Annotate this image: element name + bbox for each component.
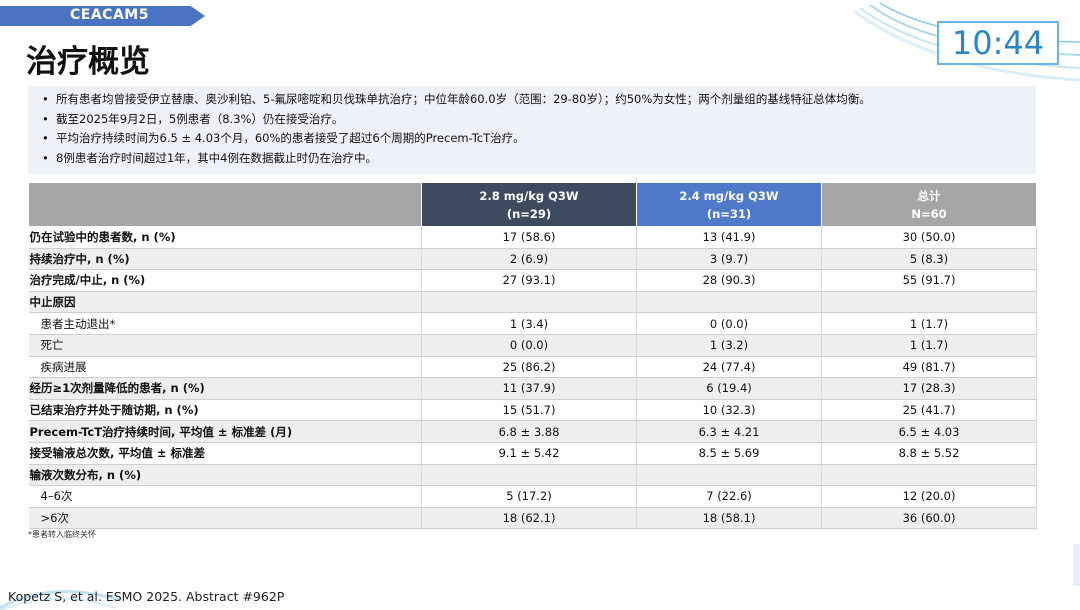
table-row: Precem-TcT治疗持续时间, 平均值 ± 标准差 (月) 6.8 ± 3.8… — [28, 420, 1037, 443]
header-dose-28: 2.8 mg/kg Q3W (n=29) — [421, 182, 637, 227]
table-row: 持续治疗中, n (%) 2 (6.9) 3 (9.7) 5 (8.3) — [28, 248, 1037, 271]
citation: Kopetz S, et al. ESMO 2025. Abstract #96… — [8, 589, 285, 604]
header-total: 总计 N=60 — [821, 182, 1037, 227]
treatment-table: 2.8 mg/kg Q3W (n=29) 2.4 mg/kg Q3W (n=31) … — [28, 182, 1037, 530]
table-row: 治疗完成/中止, n (%) 27 (93.1) 28 (90.3) 55 (91.7… — [28, 269, 1037, 292]
table-row: 4–6次 5 (17.2) 7 (22.6) 12 (20.0) — [28, 485, 1037, 508]
table-row: 已结束治疗并处于随访期, n (%) 15 (51.7) 10 (32.3) 25 (… — [28, 399, 1037, 422]
header-dose-24: 2.4 mg/kg Q3W (n=31) — [636, 182, 822, 227]
table-row: 疾病进展 25 (86.2) 24 (77.4) 49 (81.7) — [28, 356, 1037, 379]
table-row: 中止原因 — [28, 291, 1037, 314]
header-blank — [28, 182, 422, 227]
bullet-item: 平均治疗持续时间为6.5 ± 4.03个月，60%的患者接受了超过6个周期的Pr… — [42, 129, 1036, 149]
table-row: 仍在试验中的患者数, n (%) 17 (58.6) 13 (41.9) 30 (50… — [28, 226, 1037, 249]
clock-display: 10:44 — [937, 21, 1059, 65]
table-row: 经历≥1次剂量降低的患者, n (%) 11 (37.9) 6 (19.4) 17 (… — [28, 377, 1037, 400]
summary-box: 所有患者均曾接受伊立替康、奥沙利铂、5-氟尿嘧啶和贝伐珠单抗治疗；中位年龄60.… — [28, 86, 1036, 174]
table-row: 接受输液总次数, 平均值 ± 标准差 9.1 ± 5.42 8.5 ± 5.69 8.… — [28, 442, 1037, 465]
table-header-row: 2.8 mg/kg Q3W (n=29) 2.4 mg/kg Q3W (n=31) … — [28, 182, 1037, 227]
decorative-edge — [1073, 544, 1080, 586]
footnote: *患者转入临终关怀 — [28, 530, 96, 539]
bullet-item: 所有患者均曾接受伊立替康、奥沙利铂、5-氟尿嘧啶和贝伐珠单抗治疗；中位年龄60.… — [42, 90, 1036, 110]
page-title: 治疗概览 — [26, 44, 150, 80]
table-row: 输液次数分布, n (%) — [28, 464, 1037, 487]
table-row: 死亡 0 (0.0) 1 (3.2) 1 (1.7) — [28, 334, 1037, 357]
section-tag: CEACAM5 — [0, 6, 205, 26]
bullet-item: 8例患者治疗时间超过1年，其中4例在数据截止时仍在治疗中。 — [42, 149, 1036, 169]
bullet-item: 截至2025年9月2日，5例患者（8.3%）仍在接受治疗。 — [42, 110, 1036, 130]
table-row: 患者主动退出* 1 (3.4) 0 (0.0) 1 (1.7) — [28, 312, 1037, 335]
section-tag-label: CEACAM5 — [70, 7, 149, 23]
table-row: >6次 18 (62.1) 18 (58.1) 36 (60.0) — [28, 507, 1037, 530]
